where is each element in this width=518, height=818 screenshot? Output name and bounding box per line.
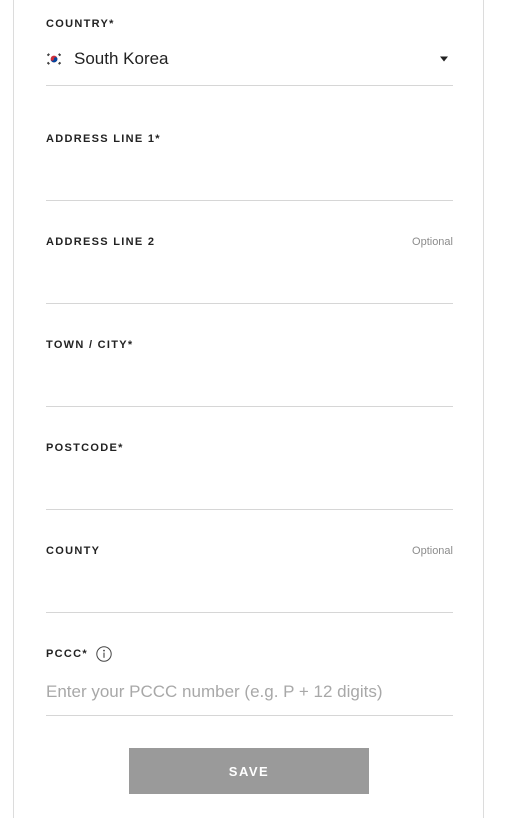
pccc-underline [46, 715, 453, 716]
pccc-value-row [46, 680, 453, 704]
address-line-1-input[interactable] [46, 162, 453, 186]
address-line-2-underline [46, 303, 453, 304]
county-underline [46, 612, 453, 613]
country-label: COUNTRY* [46, 18, 115, 30]
caret-down-icon[interactable] [439, 56, 449, 62]
town-city-value-row [46, 368, 453, 392]
address-line-2-optional-label: Optional [412, 236, 453, 248]
address-line-1-value-row [46, 162, 453, 186]
country-select[interactable]: South Korea [46, 47, 453, 71]
country-value: South Korea [74, 49, 169, 68]
address-line-2-label-row: ADDRESS LINE 2 Optional [46, 235, 453, 249]
county-label: COUNTY [46, 545, 101, 557]
town-city-label-row: TOWN / CITY* [46, 338, 453, 352]
pccc-label: PCCC* [46, 648, 88, 660]
address-line-2-value-row [46, 265, 453, 289]
address-line-1-label: ADDRESS LINE 1* [46, 133, 161, 145]
address-line-2-label: ADDRESS LINE 2 [46, 236, 156, 248]
pccc-input[interactable] [46, 680, 453, 704]
postcode-value-row [46, 471, 453, 495]
pccc-label-wrap: PCCC* [46, 646, 112, 662]
address-line-1-underline [46, 200, 453, 201]
county-value-row [46, 574, 453, 598]
postcode-underline [46, 509, 453, 510]
town-city-input[interactable] [46, 368, 453, 392]
postcode-label-row: POSTCODE* [46, 441, 453, 455]
country-underline [46, 85, 453, 86]
address-line-2-input[interactable] [46, 265, 453, 289]
address-line-1-label-row: ADDRESS LINE 1* [46, 132, 453, 146]
save-button[interactable]: SAVE [129, 748, 369, 794]
pccc-label-row: PCCC* [46, 646, 453, 662]
postcode-input[interactable] [46, 471, 453, 495]
south-korea-flag-icon [46, 52, 62, 66]
postcode-label: POSTCODE* [46, 442, 124, 454]
county-input[interactable] [46, 574, 453, 598]
town-city-label: TOWN / CITY* [46, 339, 134, 351]
country-label-row: COUNTRY* [46, 17, 453, 31]
county-label-row: COUNTY Optional [46, 544, 453, 558]
county-optional-label: Optional [412, 545, 453, 557]
town-city-underline [46, 406, 453, 407]
info-icon[interactable] [96, 646, 112, 662]
